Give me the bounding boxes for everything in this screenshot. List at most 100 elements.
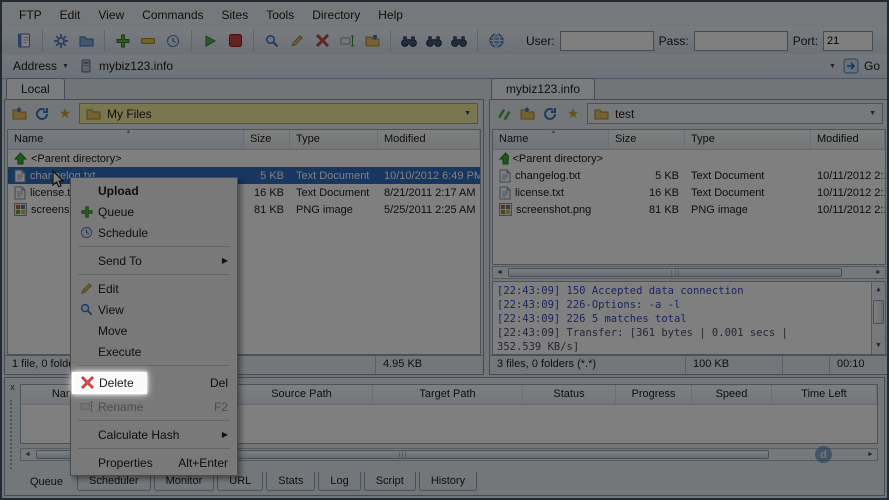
queue-drag-grip[interactable] [10,400,12,469]
find-button[interactable] [400,32,418,50]
folder-up-icon [520,107,534,120]
connect-button[interactable] [495,105,513,123]
scroll-up-icon[interactable]: ▲ [872,282,885,296]
context-item-queue[interactable]: Queue [71,201,237,222]
port-input[interactable] [823,30,874,51]
folders-button[interactable] [77,32,95,50]
tab-remote-site[interactable]: mybiz123.info [491,78,596,99]
site-manager-button[interactable] [15,32,33,50]
file-row-screenshot[interactable]: screenshot.png 81 KB PNG image 10/11/2012 … [493,201,885,218]
column-header-size[interactable]: Size [609,130,685,149]
schedule-button[interactable] [164,32,182,50]
queue-column-source[interactable]: Source Path [231,385,373,404]
remote-path-value: test [615,106,635,121]
transfer-stop-button[interactable] [226,32,244,50]
column-header-name[interactable]: Name ▲ [493,130,609,149]
refresh-button[interactable] [33,105,51,123]
tab-history[interactable]: History [418,472,478,491]
tab-local[interactable]: Local [6,78,65,99]
tab-stats[interactable]: Stats [266,472,316,491]
queue-column-speed[interactable]: Speed [692,385,772,404]
menu-commands[interactable]: Commands [133,4,212,26]
folder-up-button[interactable] [518,105,536,123]
context-item-execute[interactable]: Execute [71,341,237,362]
context-item-upload[interactable]: Upload [71,180,237,201]
delete-button[interactable] [313,32,331,50]
queue-close-button[interactable]: x [7,382,18,393]
transfer-start-button[interactable] [201,32,219,50]
remote-status-time: 00:10 [837,358,865,370]
find-files-button[interactable] [450,32,468,50]
user-input[interactable] [559,30,654,51]
tab-queue[interactable]: Queue [19,472,74,491]
chevron-down-icon: ▼ [62,62,69,70]
queue-remove-button[interactable] [139,32,157,50]
find-again-button[interactable] [425,32,443,50]
scroll-left-icon[interactable]: ◄ [493,269,506,276]
favorites-button[interactable]: ★ [56,105,74,123]
folder-up-button[interactable] [10,105,28,123]
tab-script[interactable]: Script [363,472,416,491]
file-row-changelog[interactable]: changelog.txt 5 KB Text Document 10/11/201… [493,167,885,184]
column-header-modified[interactable]: Modified [811,130,885,149]
menu-directory[interactable]: Directory [303,4,369,26]
queue-column-progress[interactable]: Progress [616,385,692,404]
queue-add-button[interactable] [114,32,132,50]
submenu-arrow-icon: ▶ [221,256,228,265]
menu-view[interactable]: View [89,4,133,26]
shortcut-f2: F2 [213,399,228,414]
move-button[interactable] [363,32,381,50]
pass-input[interactable] [693,30,788,51]
column-header-type[interactable]: Type [685,130,811,149]
remote-path-combobox[interactable]: test ▼ [587,103,883,124]
address-input[interactable]: mybiz123.info [99,59,822,73]
menu-tools[interactable]: Tools [257,4,303,26]
scroll-right-icon[interactable]: ► [864,451,877,458]
context-item-view[interactable]: View [71,299,237,320]
scroll-down-icon[interactable]: ▼ [872,338,885,354]
tab-log[interactable]: Log [318,472,361,491]
context-item-properties[interactable]: Properties Alt+Enter [71,452,237,473]
context-item-send-to[interactable]: Send To ▶ [71,250,237,271]
column-header-size[interactable]: Size [244,130,290,149]
file-row-parent[interactable]: <Parent directory> [493,150,885,167]
context-item-delete[interactable]: Delete Del [71,369,237,396]
preferences-button[interactable] [52,32,70,50]
scroll-left-icon[interactable]: ◄ [21,451,34,458]
favorites-button[interactable]: ★ [564,105,582,123]
context-item-move[interactable]: Move [71,320,237,341]
local-path-combobox[interactable]: My Files ▼ [79,103,478,124]
context-item-edit[interactable]: Edit [71,278,237,299]
context-item-calculate-hash[interactable]: Calculate Hash ▶ [71,424,237,445]
remote-list-hscrollbar[interactable]: ◄ ► [492,266,886,279]
file-row-parent[interactable]: <Parent directory> [8,150,480,167]
scroll-right-icon[interactable]: ► [872,269,885,276]
column-header-type[interactable]: Type [290,130,378,149]
column-header-name[interactable]: Name ▲ [8,130,244,149]
queue-column-timeleft[interactable]: Time Left [772,385,877,404]
remote-list-header: Name ▲ Size Type Modified [493,130,885,150]
file-row-license[interactable]: license.txt 16 KB Text Document 10/11/2012… [493,184,885,201]
context-item-schedule[interactable]: Schedule [71,222,237,243]
refresh-button[interactable] [541,105,559,123]
menu-sites[interactable]: Sites [213,4,258,26]
queue-column-target[interactable]: Target Path [373,385,523,404]
web-button[interactable] [487,32,505,50]
log-vscrollbar[interactable]: ▲ ▼ [871,282,885,354]
rename-button[interactable] [338,32,356,50]
menu-ftp[interactable]: FTP [10,4,51,26]
context-item-rename[interactable]: Rename F2 [71,396,237,417]
menu-help[interactable]: Help [369,4,412,26]
go-button[interactable]: Go [843,58,880,74]
magnifier-icon [80,303,93,316]
view-button[interactable] [263,32,281,50]
menu-separator [78,246,230,247]
menu-separator [78,274,230,275]
menu-edit[interactable]: Edit [51,4,90,26]
queue-column-status[interactable]: Status [523,385,616,404]
column-header-modified[interactable]: Modified [378,130,480,149]
edit-button[interactable] [288,32,306,50]
address-dropdown-icon[interactable]: ▼ [829,63,836,70]
remote-tab-strip: mybiz123.info [489,78,887,99]
address-menu-button[interactable]: Address ▼ [9,57,73,75]
